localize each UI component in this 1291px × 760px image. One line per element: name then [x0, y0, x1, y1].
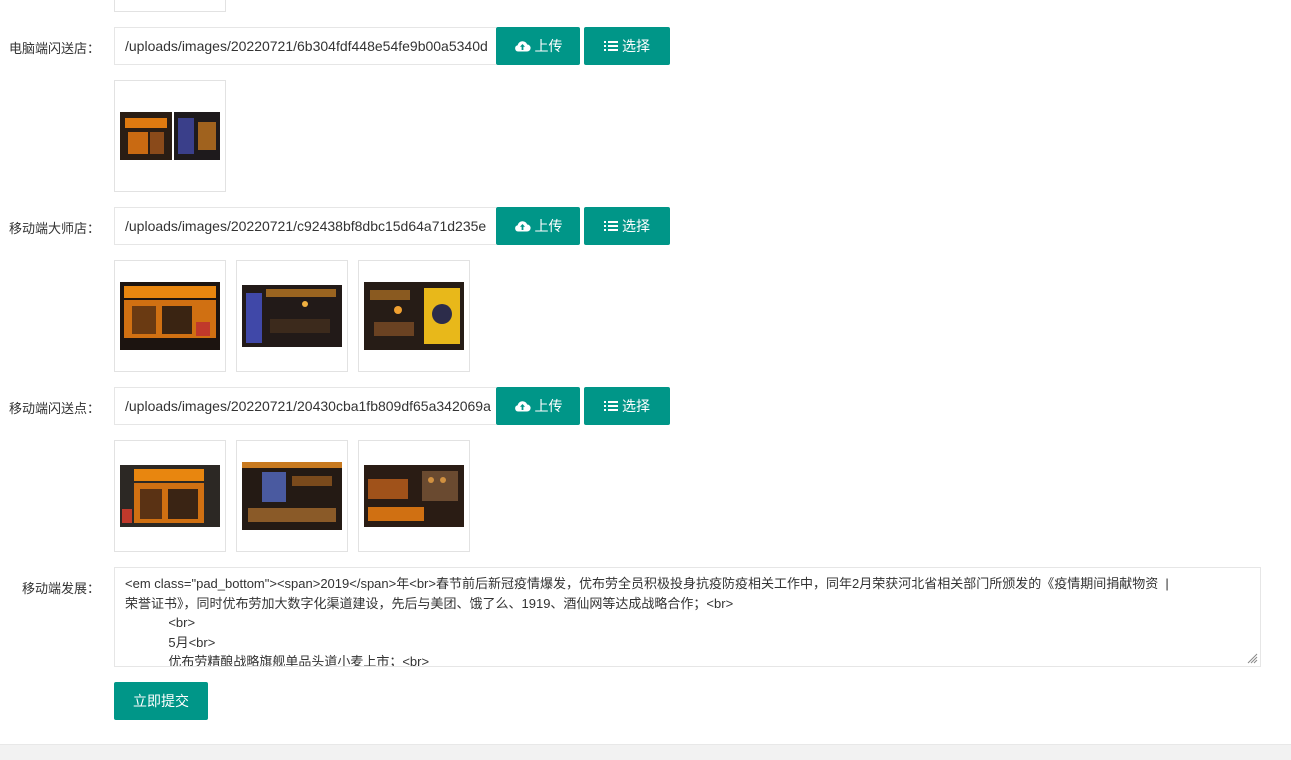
- textarea-line: <em class="pad_bottom"><span>2019</span>…: [125, 576, 1169, 591]
- upload-button-label: 上传: [534, 38, 563, 54]
- store-photo-image: [364, 282, 464, 350]
- development-textarea[interactable]: <em class="pad_bottom"><span>2019</span>…: [114, 567, 1261, 667]
- footer-bar: [0, 744, 1291, 760]
- store-photo-image: [120, 112, 220, 160]
- select-button-label: 选择: [622, 398, 650, 414]
- upload-button[interactable]: 上传: [496, 387, 580, 425]
- image-thumbnail[interactable]: [114, 440, 226, 552]
- textarea-line: 优布劳精酿战略旗舰单品头道小麦上市；<br>: [125, 654, 430, 667]
- thumbnail-fragment: [114, 0, 226, 12]
- resize-handle-icon[interactable]: [1246, 652, 1258, 664]
- cloud-upload-icon: [514, 41, 531, 52]
- store-photo-image: [242, 462, 342, 530]
- select-button[interactable]: 选择: [584, 27, 670, 65]
- store-photo-image: [120, 282, 220, 350]
- image-thumbnail[interactable]: [114, 260, 226, 372]
- mobile-master-store-label: 移动端大师店：: [8, 221, 100, 236]
- pc-flash-store-label: 电脑端闪送店：: [8, 41, 100, 56]
- pc-flash-store-path-input[interactable]: /uploads/images/20220721/6b304fdf448e54f…: [114, 27, 496, 65]
- mobile-development-label: 移动端发展：: [21, 581, 100, 596]
- upload-button-label: 上传: [534, 218, 563, 234]
- textarea-line: <br>: [125, 615, 196, 630]
- submit-button[interactable]: 立即提交: [114, 682, 208, 720]
- list-icon: [604, 221, 618, 231]
- list-icon: [604, 41, 618, 51]
- cloud-upload-icon: [514, 221, 531, 232]
- list-icon: [604, 401, 618, 411]
- cloud-upload-icon: [514, 401, 531, 412]
- upload-button[interactable]: 上传: [496, 207, 580, 245]
- mobile-flash-point-path-input[interactable]: /uploads/images/20220721/20430cba1fb809d…: [114, 387, 496, 425]
- mobile-master-store-path-input[interactable]: /uploads/images/20220721/c92438bf8dbc15d…: [114, 207, 496, 245]
- select-button[interactable]: 选择: [584, 207, 670, 245]
- select-button-label: 选择: [622, 218, 650, 234]
- image-thumbnail[interactable]: [358, 440, 470, 552]
- store-photo-image: [242, 285, 342, 347]
- textarea-line: 5月<br>: [125, 634, 216, 650]
- mobile-flash-point-label: 移动端闪送点：: [8, 401, 100, 416]
- textarea-line: 荣誉证书》，同时优布劳加大数字化渠道建设，先后与美团、饿了么、1919、酒仙网等…: [125, 595, 734, 611]
- upload-button-label: 上传: [534, 398, 563, 414]
- image-thumbnail[interactable]: [236, 260, 348, 372]
- image-thumbnail[interactable]: [114, 80, 226, 192]
- select-button[interactable]: 选择: [584, 387, 670, 425]
- store-photo-image: [120, 465, 220, 527]
- upload-button[interactable]: 上传: [496, 27, 580, 65]
- image-thumbnail[interactable]: [358, 260, 470, 372]
- image-thumbnail[interactable]: [236, 440, 348, 552]
- store-photo-image: [364, 465, 464, 527]
- select-button-label: 选择: [622, 38, 650, 54]
